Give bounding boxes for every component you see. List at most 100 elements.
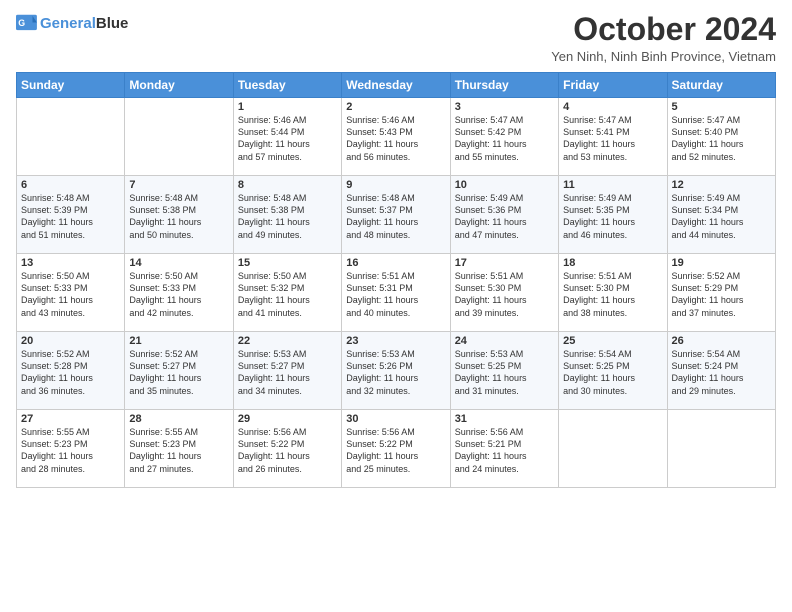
day-info: Sunrise: 5:49 AM Sunset: 5:34 PM Dayligh…	[672, 192, 771, 241]
calendar-day-11: 11Sunrise: 5:49 AM Sunset: 5:35 PM Dayli…	[559, 176, 667, 254]
logo-line1: GeneralBlue	[40, 16, 128, 31]
day-info: Sunrise: 5:52 AM Sunset: 5:29 PM Dayligh…	[672, 270, 771, 319]
day-info: Sunrise: 5:55 AM Sunset: 5:23 PM Dayligh…	[129, 426, 228, 475]
calendar-week-row: 13Sunrise: 5:50 AM Sunset: 5:33 PM Dayli…	[17, 254, 776, 332]
day-info: Sunrise: 5:56 AM Sunset: 5:21 PM Dayligh…	[455, 426, 554, 475]
weekday-header-saturday: Saturday	[667, 73, 775, 98]
day-number: 21	[129, 335, 228, 347]
day-info: Sunrise: 5:53 AM Sunset: 5:27 PM Dayligh…	[238, 348, 337, 397]
calendar-day-28: 28Sunrise: 5:55 AM Sunset: 5:23 PM Dayli…	[125, 410, 233, 488]
calendar-day-17: 17Sunrise: 5:51 AM Sunset: 5:30 PM Dayli…	[450, 254, 558, 332]
day-info: Sunrise: 5:53 AM Sunset: 5:25 PM Dayligh…	[455, 348, 554, 397]
day-number: 11	[563, 179, 662, 191]
title-block: October 2024 Yen Ninh, Ninh Binh Provinc…	[551, 12, 776, 64]
weekday-header-friday: Friday	[559, 73, 667, 98]
day-number: 6	[21, 179, 120, 191]
calendar-day-20: 20Sunrise: 5:52 AM Sunset: 5:28 PM Dayli…	[17, 332, 125, 410]
day-number: 3	[455, 101, 554, 113]
calendar-day-26: 26Sunrise: 5:54 AM Sunset: 5:24 PM Dayli…	[667, 332, 775, 410]
day-number: 9	[346, 179, 445, 191]
weekday-header-sunday: Sunday	[17, 73, 125, 98]
calendar-day-16: 16Sunrise: 5:51 AM Sunset: 5:31 PM Dayli…	[342, 254, 450, 332]
calendar-day-30: 30Sunrise: 5:56 AM Sunset: 5:22 PM Dayli…	[342, 410, 450, 488]
day-number: 30	[346, 413, 445, 425]
calendar-day-8: 8Sunrise: 5:48 AM Sunset: 5:38 PM Daylig…	[233, 176, 341, 254]
day-number: 12	[672, 179, 771, 191]
page: G GeneralBlue October 2024 Yen Ninh, Nin…	[0, 0, 792, 612]
calendar-day-19: 19Sunrise: 5:52 AM Sunset: 5:29 PM Dayli…	[667, 254, 775, 332]
calendar-day-6: 6Sunrise: 5:48 AM Sunset: 5:39 PM Daylig…	[17, 176, 125, 254]
day-info: Sunrise: 5:52 AM Sunset: 5:27 PM Dayligh…	[129, 348, 228, 397]
day-number: 22	[238, 335, 337, 347]
day-info: Sunrise: 5:49 AM Sunset: 5:36 PM Dayligh…	[455, 192, 554, 241]
day-number: 1	[238, 101, 337, 113]
day-info: Sunrise: 5:55 AM Sunset: 5:23 PM Dayligh…	[21, 426, 120, 475]
calendar-week-row: 27Sunrise: 5:55 AM Sunset: 5:23 PM Dayli…	[17, 410, 776, 488]
day-number: 8	[238, 179, 337, 191]
day-info: Sunrise: 5:48 AM Sunset: 5:37 PM Dayligh…	[346, 192, 445, 241]
calendar-day-1: 1Sunrise: 5:46 AM Sunset: 5:44 PM Daylig…	[233, 98, 341, 176]
day-info: Sunrise: 5:54 AM Sunset: 5:25 PM Dayligh…	[563, 348, 662, 397]
day-number: 29	[238, 413, 337, 425]
day-number: 26	[672, 335, 771, 347]
calendar-day-9: 9Sunrise: 5:48 AM Sunset: 5:37 PM Daylig…	[342, 176, 450, 254]
day-number: 31	[455, 413, 554, 425]
logo: G GeneralBlue	[16, 12, 128, 34]
calendar-day-7: 7Sunrise: 5:48 AM Sunset: 5:38 PM Daylig…	[125, 176, 233, 254]
calendar-day-4: 4Sunrise: 5:47 AM Sunset: 5:41 PM Daylig…	[559, 98, 667, 176]
calendar-week-row: 6Sunrise: 5:48 AM Sunset: 5:39 PM Daylig…	[17, 176, 776, 254]
calendar-day-25: 25Sunrise: 5:54 AM Sunset: 5:25 PM Dayli…	[559, 332, 667, 410]
day-info: Sunrise: 5:50 AM Sunset: 5:33 PM Dayligh…	[129, 270, 228, 319]
day-number: 15	[238, 257, 337, 269]
day-number: 28	[129, 413, 228, 425]
calendar-header-row: SundayMondayTuesdayWednesdayThursdayFrid…	[17, 73, 776, 98]
day-number: 19	[672, 257, 771, 269]
day-info: Sunrise: 5:51 AM Sunset: 5:31 PM Dayligh…	[346, 270, 445, 319]
calendar-day-empty	[667, 410, 775, 488]
day-info: Sunrise: 5:50 AM Sunset: 5:32 PM Dayligh…	[238, 270, 337, 319]
day-number: 24	[455, 335, 554, 347]
day-info: Sunrise: 5:52 AM Sunset: 5:28 PM Dayligh…	[21, 348, 120, 397]
day-number: 17	[455, 257, 554, 269]
day-info: Sunrise: 5:46 AM Sunset: 5:43 PM Dayligh…	[346, 114, 445, 163]
svg-text:G: G	[18, 18, 25, 28]
calendar-table: SundayMondayTuesdayWednesdayThursdayFrid…	[16, 72, 776, 488]
calendar-day-12: 12Sunrise: 5:49 AM Sunset: 5:34 PM Dayli…	[667, 176, 775, 254]
day-number: 14	[129, 257, 228, 269]
calendar-day-13: 13Sunrise: 5:50 AM Sunset: 5:33 PM Dayli…	[17, 254, 125, 332]
day-info: Sunrise: 5:48 AM Sunset: 5:38 PM Dayligh…	[129, 192, 228, 241]
calendar-day-10: 10Sunrise: 5:49 AM Sunset: 5:36 PM Dayli…	[450, 176, 558, 254]
day-info: Sunrise: 5:54 AM Sunset: 5:24 PM Dayligh…	[672, 348, 771, 397]
day-number: 20	[21, 335, 120, 347]
calendar-day-27: 27Sunrise: 5:55 AM Sunset: 5:23 PM Dayli…	[17, 410, 125, 488]
calendar-day-21: 21Sunrise: 5:52 AM Sunset: 5:27 PM Dayli…	[125, 332, 233, 410]
day-number: 25	[563, 335, 662, 347]
calendar-week-row: 20Sunrise: 5:52 AM Sunset: 5:28 PM Dayli…	[17, 332, 776, 410]
day-info: Sunrise: 5:47 AM Sunset: 5:42 PM Dayligh…	[455, 114, 554, 163]
day-number: 16	[346, 257, 445, 269]
day-number: 23	[346, 335, 445, 347]
day-number: 18	[563, 257, 662, 269]
calendar-day-29: 29Sunrise: 5:56 AM Sunset: 5:22 PM Dayli…	[233, 410, 341, 488]
day-info: Sunrise: 5:51 AM Sunset: 5:30 PM Dayligh…	[455, 270, 554, 319]
day-number: 7	[129, 179, 228, 191]
calendar-day-empty	[17, 98, 125, 176]
header: G GeneralBlue October 2024 Yen Ninh, Nin…	[16, 12, 776, 64]
location: Yen Ninh, Ninh Binh Province, Vietnam	[551, 49, 776, 64]
month-title: October 2024	[551, 12, 776, 47]
day-info: Sunrise: 5:47 AM Sunset: 5:41 PM Dayligh…	[563, 114, 662, 163]
day-info: Sunrise: 5:56 AM Sunset: 5:22 PM Dayligh…	[238, 426, 337, 475]
calendar-day-14: 14Sunrise: 5:50 AM Sunset: 5:33 PM Dayli…	[125, 254, 233, 332]
weekday-header-monday: Monday	[125, 73, 233, 98]
weekday-header-wednesday: Wednesday	[342, 73, 450, 98]
day-info: Sunrise: 5:50 AM Sunset: 5:33 PM Dayligh…	[21, 270, 120, 319]
calendar-day-23: 23Sunrise: 5:53 AM Sunset: 5:26 PM Dayli…	[342, 332, 450, 410]
day-info: Sunrise: 5:46 AM Sunset: 5:44 PM Dayligh…	[238, 114, 337, 163]
day-info: Sunrise: 5:48 AM Sunset: 5:39 PM Dayligh…	[21, 192, 120, 241]
day-number: 27	[21, 413, 120, 425]
logo-icon: G	[16, 12, 38, 34]
day-number: 5	[672, 101, 771, 113]
calendar-day-15: 15Sunrise: 5:50 AM Sunset: 5:32 PM Dayli…	[233, 254, 341, 332]
day-info: Sunrise: 5:47 AM Sunset: 5:40 PM Dayligh…	[672, 114, 771, 163]
day-number: 13	[21, 257, 120, 269]
